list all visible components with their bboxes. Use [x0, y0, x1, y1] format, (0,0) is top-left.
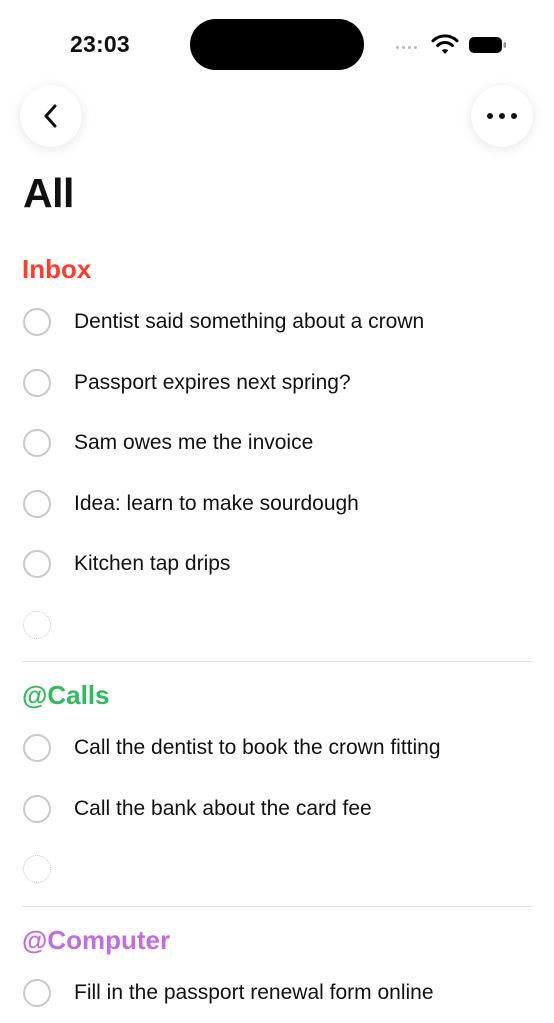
task-title[interactable]: Dentist said something about a crown	[74, 310, 424, 334]
task-row[interactable]: Call the bank about the card fee	[0, 779, 554, 840]
status-time: 23:03	[70, 31, 130, 58]
task-title[interactable]: Passport expires next spring?	[74, 371, 351, 395]
task-checkbox[interactable]	[23, 490, 51, 518]
section-divider	[22, 906, 532, 907]
section-title-calls[interactable]: @Calls	[22, 672, 554, 718]
battery-icon	[468, 36, 508, 54]
dynamic-island	[190, 19, 364, 70]
task-row[interactable]: Fill in the passport renewal form online	[0, 963, 554, 1023]
task-checkbox[interactable]	[23, 369, 51, 397]
task-title[interactable]: Sam owes me the invoice	[74, 431, 313, 455]
task-list: Inbox Dentist said something about a cro…	[0, 246, 554, 1023]
section-calls: @Calls Call the dentist to book the crow…	[0, 672, 554, 900]
task-row[interactable]: Dentist said something about a crown	[0, 292, 554, 353]
task-title[interactable]: Idea: learn to make sourdough	[74, 492, 359, 516]
section-inbox: Inbox Dentist said something about a cro…	[0, 246, 554, 655]
task-row[interactable]: Idea: learn to make sourdough	[0, 474, 554, 535]
task-row[interactable]: Passport expires next spring?	[0, 353, 554, 414]
task-title[interactable]: Call the dentist to book the crown fitti…	[74, 736, 441, 760]
more-options-button[interactable]	[471, 85, 533, 147]
status-bar: 23:03	[0, 0, 554, 90]
task-title[interactable]: Call the bank about the card fee	[74, 797, 372, 821]
task-checkbox[interactable]	[23, 979, 51, 1007]
chevron-left-icon	[41, 102, 61, 130]
task-checkbox[interactable]	[23, 429, 51, 457]
task-checkbox[interactable]	[23, 308, 51, 336]
wifi-icon	[430, 33, 460, 57]
section-computer: @Computer Fill in the passport renewal f…	[0, 917, 554, 1023]
task-title[interactable]: Kitchen tap drips	[74, 552, 230, 576]
new-task-placeholder[interactable]	[23, 855, 51, 883]
task-checkbox[interactable]	[23, 795, 51, 823]
section-title-computer[interactable]: @Computer	[22, 917, 554, 963]
task-checkbox[interactable]	[23, 550, 51, 578]
new-task-placeholder[interactable]	[23, 611, 51, 639]
back-button[interactable]	[20, 85, 82, 147]
task-checkbox[interactable]	[23, 734, 51, 762]
task-title[interactable]: Fill in the passport renewal form online	[74, 981, 434, 1005]
new-task-row[interactable]	[0, 595, 554, 656]
task-row[interactable]: Kitchen tap drips	[0, 534, 554, 595]
cellular-signal-icon	[396, 46, 417, 49]
task-row[interactable]: Sam owes me the invoice	[0, 413, 554, 474]
ellipsis-icon	[486, 112, 518, 120]
section-divider	[22, 661, 532, 662]
page-title: All	[23, 170, 74, 217]
section-title-inbox[interactable]: Inbox	[22, 246, 554, 292]
task-row[interactable]: Call the dentist to book the crown fitti…	[0, 718, 554, 779]
new-task-row[interactable]	[0, 839, 554, 900]
